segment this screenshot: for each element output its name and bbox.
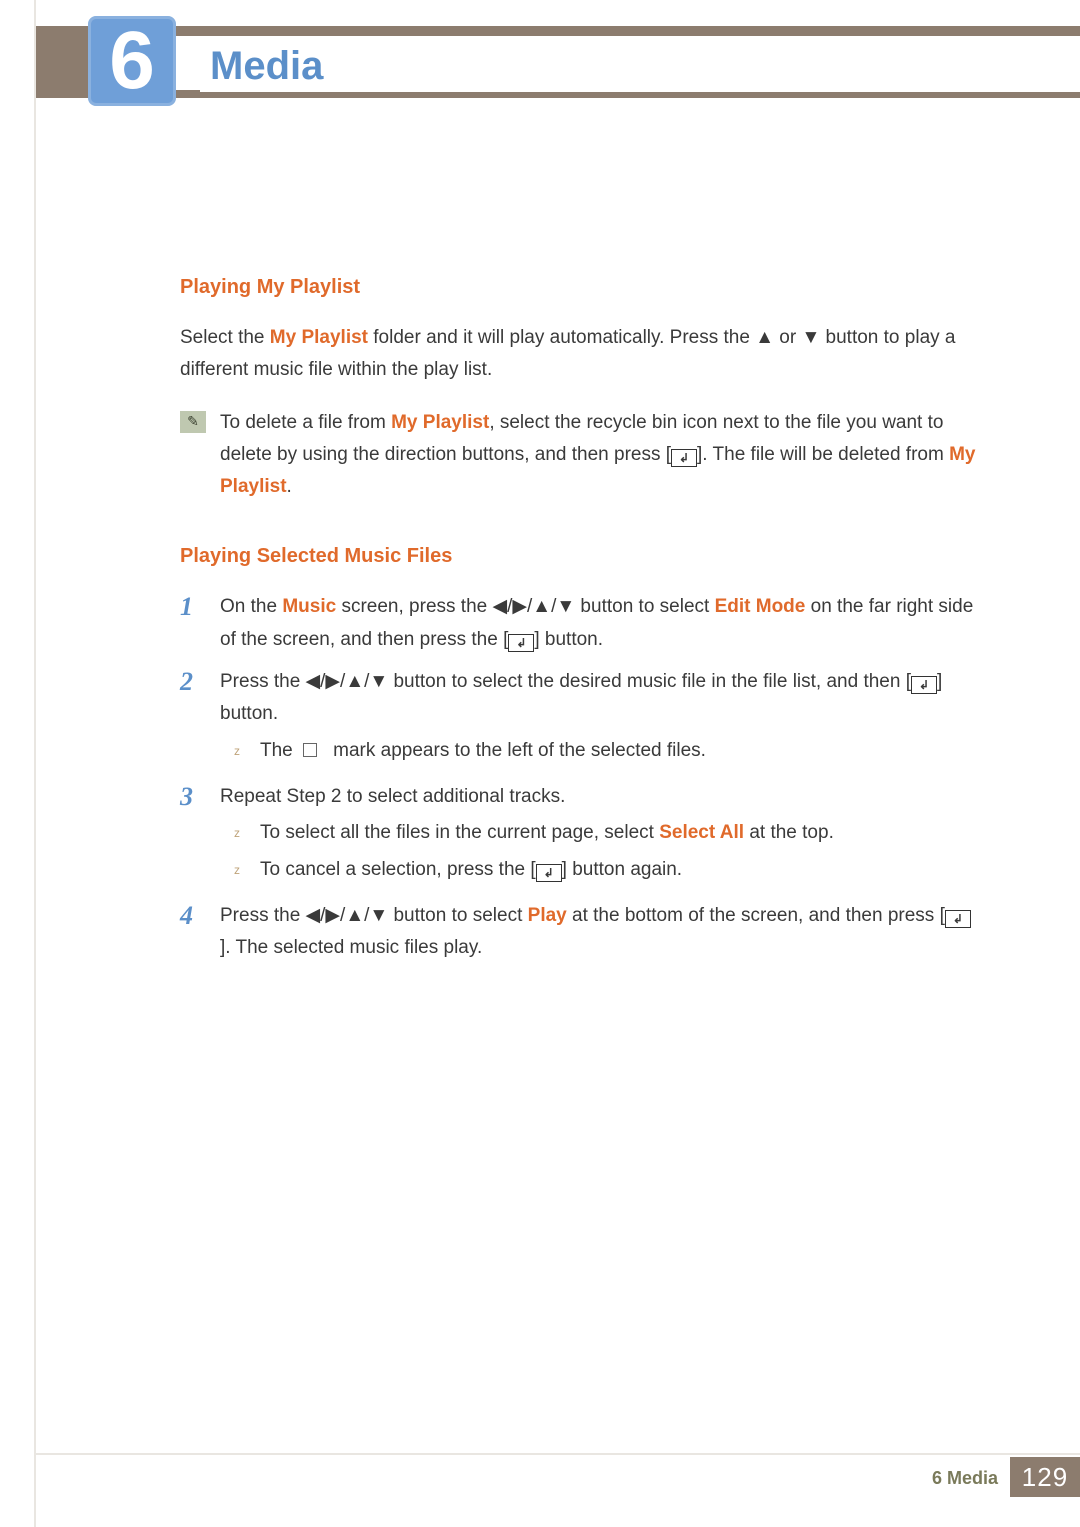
step-number: 3 bbox=[180, 781, 202, 890]
sub-bullet: z To select all the files in the current… bbox=[234, 817, 980, 849]
content-area: Playing My Playlist Select the My Playli… bbox=[180, 260, 980, 974]
text: Press the ◀/▶/▲/▼ button to select the d… bbox=[220, 671, 911, 692]
text: ] button again. bbox=[562, 859, 682, 880]
step-list: 1 On the Music screen, press the ◀/▶/▲/▼… bbox=[180, 591, 980, 964]
step-number: 2 bbox=[180, 666, 202, 771]
keyword-my-playlist: My Playlist bbox=[270, 327, 368, 348]
sub-text: The mark appears to the left of the sele… bbox=[260, 735, 706, 767]
step-text: Press the ◀/▶/▲/▼ button to select the d… bbox=[220, 666, 980, 731]
chapter-number-box: 6 bbox=[88, 16, 176, 106]
text: screen, press the ◀/▶/▲/▼ button to sele… bbox=[336, 596, 714, 617]
sub-text: To cancel a selection, press the [ ] butt… bbox=[260, 854, 682, 886]
left-margin-rule bbox=[34, 0, 36, 1527]
footer-chapter-label: 6 Media bbox=[932, 1468, 998, 1489]
bullet-icon: z bbox=[234, 860, 246, 886]
text: at the bottom of the screen, and then pr… bbox=[567, 905, 945, 926]
text: at the top. bbox=[744, 822, 834, 843]
intro-paragraph: Select the My Playlist folder and it wil… bbox=[180, 322, 980, 387]
keyword-select-all: Select All bbox=[659, 822, 744, 843]
page-footer: 6 Media 129 bbox=[0, 1457, 1080, 1497]
text: Press the ◀/▶/▲/▼ button to select bbox=[220, 905, 528, 926]
enter-icon bbox=[911, 676, 937, 694]
step-3: 3 Repeat Step 2 to select additional tra… bbox=[180, 781, 980, 890]
text: The bbox=[260, 740, 298, 761]
keyword-music: Music bbox=[282, 596, 336, 617]
text: mark appears to the left of the selected… bbox=[328, 740, 706, 761]
note-icon: ✎ bbox=[180, 411, 206, 433]
enter-icon bbox=[536, 864, 562, 882]
text: . bbox=[287, 476, 292, 497]
step-2: 2 Press the ◀/▶/▲/▼ button to select the… bbox=[180, 666, 980, 771]
section-heading-playing-my-playlist: Playing My Playlist bbox=[180, 270, 980, 304]
step-body: Press the ◀/▶/▲/▼ button to select Play … bbox=[220, 900, 980, 965]
enter-icon bbox=[508, 634, 534, 652]
keyword-play: Play bbox=[528, 905, 567, 926]
text: ]. The file will be deleted from bbox=[697, 444, 949, 465]
bullet-icon: z bbox=[234, 741, 246, 767]
footer-page-number: 129 bbox=[1010, 1457, 1080, 1497]
step-4: 4 Press the ◀/▶/▲/▼ button to select Pla… bbox=[180, 900, 980, 965]
keyword-edit-mode: Edit Mode bbox=[715, 596, 806, 617]
bullet-icon: z bbox=[234, 823, 246, 849]
checkbox-icon bbox=[303, 743, 317, 757]
note-text: To delete a file from My Playlist, selec… bbox=[220, 407, 980, 504]
sub-text: To select all the files in the current p… bbox=[260, 817, 834, 849]
step-number: 4 bbox=[180, 900, 202, 965]
enter-icon bbox=[945, 910, 971, 928]
text: Select the bbox=[180, 327, 270, 348]
chapter-number: 6 bbox=[109, 20, 155, 102]
step-body: On the Music screen, press the ◀/▶/▲/▼ b… bbox=[220, 591, 980, 656]
step-1: 1 On the Music screen, press the ◀/▶/▲/▼… bbox=[180, 591, 980, 656]
keyword-my-playlist: My Playlist bbox=[391, 412, 489, 433]
sub-bullet: z To cancel a selection, press the [ ] bu… bbox=[234, 854, 980, 886]
note-block: ✎ To delete a file from My Playlist, sel… bbox=[180, 407, 980, 504]
sub-bullet: z The mark appears to the left of the se… bbox=[234, 735, 980, 767]
enter-icon bbox=[671, 449, 697, 467]
text: On the bbox=[220, 596, 282, 617]
text: To select all the files in the current p… bbox=[260, 822, 659, 843]
text: To cancel a selection, press the [ bbox=[260, 859, 536, 880]
text: ] button. bbox=[534, 629, 603, 650]
text: To delete a file from bbox=[220, 412, 391, 433]
step-text: Repeat Step 2 to select additional track… bbox=[220, 781, 980, 813]
step-number: 1 bbox=[180, 591, 202, 656]
footer-rule bbox=[36, 1453, 1080, 1455]
document-page: 6 Media Playing My Playlist Select the M… bbox=[0, 0, 1080, 1527]
chapter-title: Media bbox=[200, 40, 1080, 92]
step-body: Repeat Step 2 to select additional track… bbox=[220, 781, 980, 890]
step-body: Press the ◀/▶/▲/▼ button to select the d… bbox=[220, 666, 980, 771]
text: ]. The selected music files play. bbox=[220, 937, 482, 958]
section-heading-playing-selected-music-files: Playing Selected Music Files bbox=[180, 539, 980, 573]
